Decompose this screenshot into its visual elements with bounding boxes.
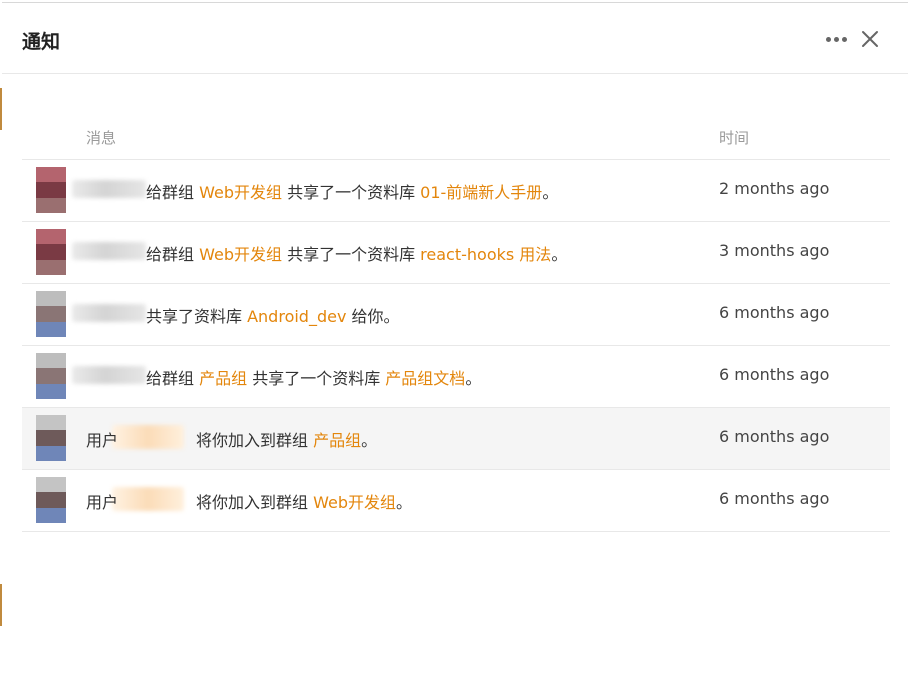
table-row[interactable]: 用户 将你加入到群组 产品组。 6 months ago — [22, 408, 890, 470]
notification-time: 6 months ago — [719, 365, 830, 384]
notification-message: 给群组 产品组 共享了一个资料库 产品组文档。 — [146, 365, 481, 389]
table-header: 消息 时间 — [22, 113, 890, 160]
message-text: 给你。 — [346, 307, 400, 326]
message-text: 。 — [465, 369, 482, 388]
group-link[interactable]: Web开发组 — [199, 183, 282, 202]
message-text: 用户 — [86, 431, 119, 450]
group-link[interactable]: Web开发组 — [313, 493, 396, 512]
notification-message: 用户 将你加入到群组 产品组。 — [86, 427, 377, 451]
dialog-header: 通知 — [2, 3, 908, 74]
message-text: 给群组 — [146, 245, 200, 264]
message-text: 给群组 — [146, 183, 200, 202]
library-link[interactable]: Android_dev — [247, 307, 346, 326]
notification-table: 消息 时间 给群组 Web开发组 共享了一个资料库 01-前端新人手册。 2 m… — [22, 113, 890, 532]
avatar[interactable] — [36, 415, 66, 461]
message-text: 给群组 — [146, 369, 200, 388]
notification-message: 给群组 Web开发组 共享了一个资料库 01-前端新人手册。 — [146, 179, 558, 203]
message-text: 。 — [396, 493, 413, 512]
redacted-username — [72, 366, 146, 384]
redacted-username — [72, 304, 146, 322]
library-link[interactable]: 产品组文档 — [385, 369, 465, 388]
more-options-icon[interactable] — [826, 37, 848, 43]
message-text: 共享了一个资料库 — [281, 245, 421, 264]
group-link[interactable]: 产品组 — [199, 369, 247, 388]
notification-dialog: 通知 消息 时间 给群组 Web开发组 共享了一个资料库 01-前端新人手册。 … — [2, 2, 908, 682]
avatar[interactable] — [36, 167, 66, 213]
group-link[interactable]: Web开发组 — [199, 245, 282, 264]
avatar[interactable] — [36, 477, 66, 523]
table-row[interactable]: 用户 将你加入到群组 Web开发组。 6 months ago — [22, 470, 890, 532]
notification-time: 6 months ago — [719, 427, 830, 446]
message-text: 将你加入到群组 — [196, 431, 314, 450]
table-row[interactable]: 给群组 Web开发组 共享了一个资料库 01-前端新人手册。 2 months … — [22, 160, 890, 222]
notification-time: 6 months ago — [719, 303, 830, 322]
notification-time: 3 months ago — [719, 241, 830, 260]
message-text: 将你加入到群组 — [196, 493, 314, 512]
group-link[interactable]: 产品组 — [313, 431, 361, 450]
table-row[interactable]: 共享了资料库 Android_dev 给你。 6 months ago — [22, 284, 890, 346]
avatar[interactable] — [36, 353, 66, 399]
message-text: 共享了一个资料库 — [247, 369, 386, 388]
notification-message: 共享了资料库 Android_dev 给你。 — [146, 303, 400, 327]
table-row[interactable]: 给群组 产品组 共享了一个资料库 产品组文档。 6 months ago — [22, 346, 890, 408]
redacted-username — [72, 180, 146, 198]
message-text: 。 — [551, 245, 568, 264]
message-text: 。 — [361, 431, 378, 450]
notification-time: 6 months ago — [719, 489, 830, 508]
library-link[interactable]: 01-前端新人手册 — [420, 183, 542, 202]
avatar[interactable] — [36, 229, 66, 275]
close-icon[interactable] — [860, 29, 880, 49]
message-text: 用户 — [86, 493, 119, 512]
dialog-title: 通知 — [22, 31, 61, 53]
notification-message: 用户 将你加入到群组 Web开发组。 — [86, 489, 412, 513]
column-header-message: 消息 — [86, 129, 117, 147]
avatar[interactable] — [36, 291, 66, 337]
notification-time: 2 months ago — [719, 179, 830, 198]
message-text: 共享了资料库 — [146, 307, 248, 326]
table-row[interactable]: 给群组 Web开发组 共享了一个资料库 react-hooks 用法。 3 mo… — [22, 222, 890, 284]
message-text: 共享了一个资料库 — [281, 183, 421, 202]
notification-message: 给群组 Web开发组 共享了一个资料库 react-hooks 用法。 — [146, 241, 567, 265]
column-header-time: 时间 — [719, 129, 750, 147]
redacted-username — [72, 242, 146, 260]
message-text: 。 — [542, 183, 559, 202]
library-link[interactable]: react-hooks 用法 — [420, 245, 551, 264]
